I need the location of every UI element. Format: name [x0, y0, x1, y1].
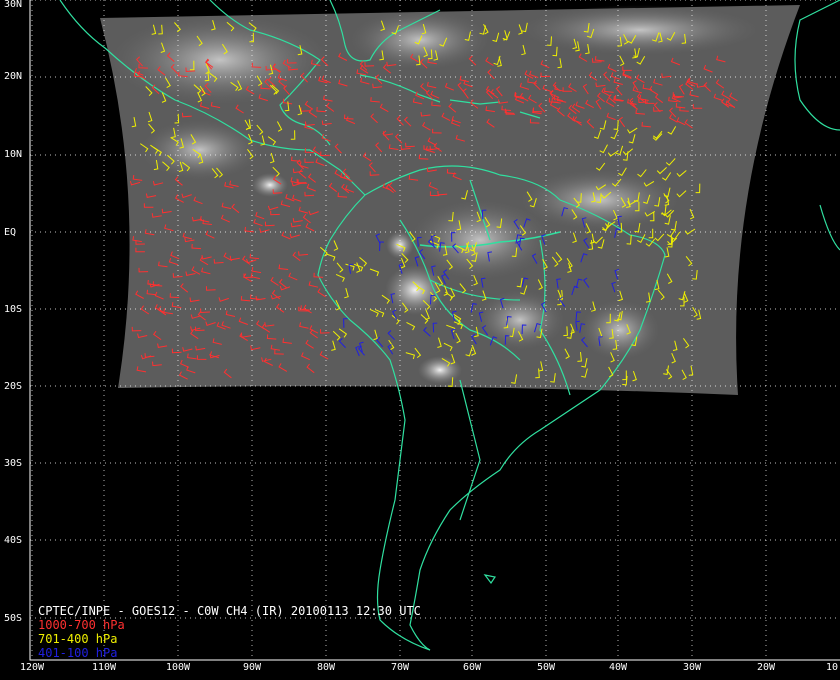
lon-label-10w: 10 — [825, 662, 839, 673]
map-caption: CPTEC/INPE - GOES12 - C0W CH4 (IR) 20100… — [38, 604, 421, 618]
lat-label-20s: 20S — [4, 381, 23, 392]
lon-label-20w: 20W — [756, 662, 776, 673]
lon-label-40w: 40W — [608, 662, 628, 673]
legend-entry-high: 401-100 hPa — [38, 646, 118, 660]
lon-label-120w: 120W — [19, 662, 45, 673]
lat-label-eq: EQ — [4, 227, 17, 238]
lat-label-30s: 30S — [4, 458, 23, 469]
lon-label-110w: 110W — [91, 662, 117, 673]
map-legend: CPTEC/INPE - GOES12 - C0W CH4 (IR) 20100… — [38, 604, 421, 660]
satellite-wind-map — [0, 0, 840, 680]
lon-label-60w: 60W — [462, 662, 482, 673]
lon-label-90w: 90W — [242, 662, 262, 673]
lat-label-10n: 10N — [4, 149, 23, 160]
lat-label-30n: 30N — [4, 0, 23, 10]
lon-label-70w: 70W — [390, 662, 410, 673]
lon-label-80w: 80W — [316, 662, 336, 673]
lon-label-100w: 100W — [165, 662, 191, 673]
lon-label-30w: 30W — [682, 662, 702, 673]
lat-label-40s: 40S — [4, 535, 23, 546]
lat-label-50s: 50S — [4, 613, 23, 624]
lon-label-50w: 50W — [536, 662, 556, 673]
legend-entry-low: 1000-700 hPa — [38, 618, 125, 632]
lat-label-20n: 20N — [4, 71, 23, 82]
lat-label-10s: 10S — [4, 304, 23, 315]
legend-entry-mid: 701-400 hPa — [38, 632, 118, 646]
